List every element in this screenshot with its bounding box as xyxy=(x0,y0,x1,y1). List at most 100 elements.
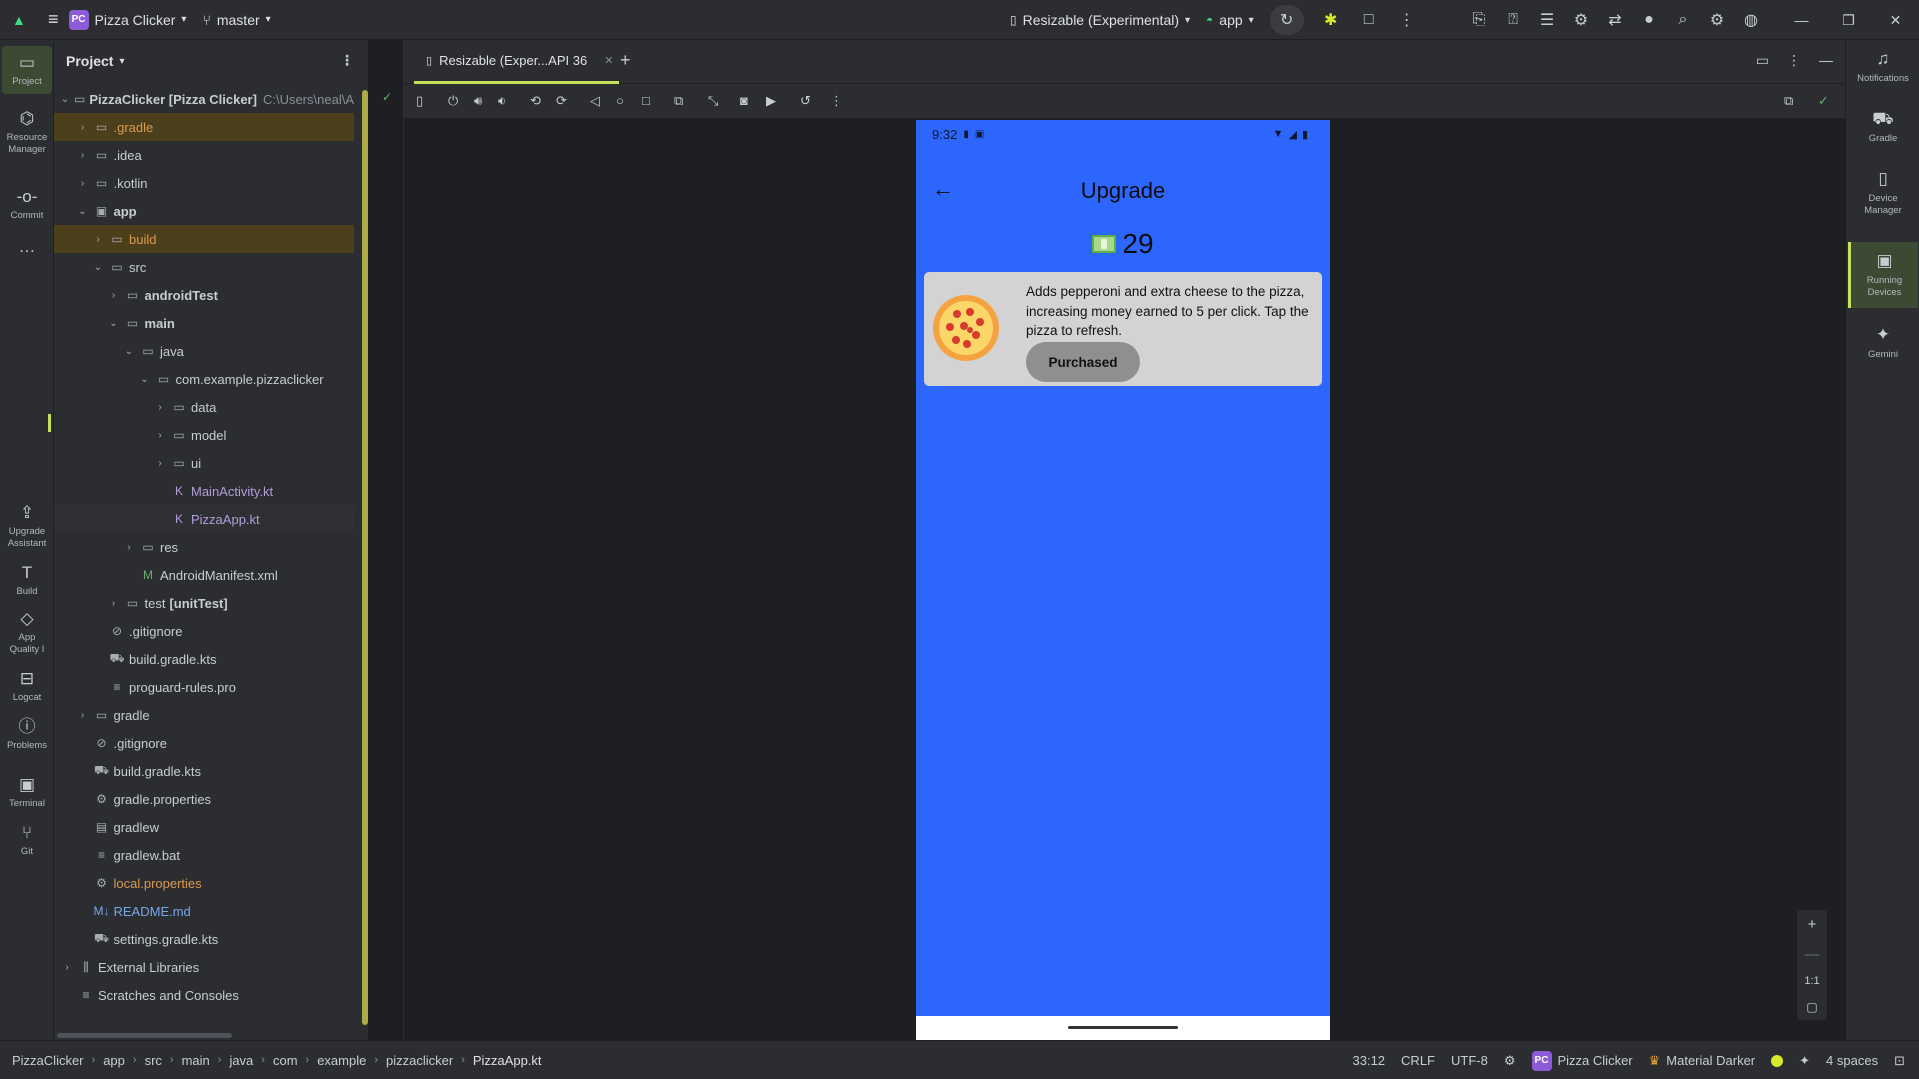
tree-item[interactable]: › ▭ gradle xyxy=(54,701,354,729)
close-tab-icon[interactable]: ✕ xyxy=(604,54,613,67)
project-indicator[interactable]: PC Pizza Clicker xyxy=(1531,1050,1633,1071)
chevron-right-icon[interactable]: › xyxy=(122,542,136,553)
chevron-down-icon[interactable]: ⌄ xyxy=(91,262,105,273)
breadcrumb-item[interactable]: example xyxy=(317,1053,366,1068)
device-frame-icon[interactable]: ▯ xyxy=(416,93,423,109)
project-horizontal-scrollbar[interactable] xyxy=(57,1033,232,1038)
commit-button[interactable]: -o- Commit xyxy=(2,186,52,222)
device-selector[interactable]: ▯ Resizable (Experimental) ▾ xyxy=(1010,12,1190,28)
add-tab-icon[interactable]: + xyxy=(620,50,631,71)
zoom-out-button[interactable]: — xyxy=(1805,946,1820,963)
tree-item[interactable]: ⌄ ▭ java xyxy=(54,337,354,365)
user-avatar-icon[interactable]: ◍ xyxy=(1734,5,1768,35)
chevron-down-icon[interactable]: ⌄ xyxy=(60,94,70,105)
tree-item[interactable]: › ▭ build xyxy=(54,225,354,253)
chevron-down-icon[interactable]: ⌄ xyxy=(122,346,136,357)
phone-screen[interactable]: 9:32 ▮ ▣ ▼ ◢ ▮ ← Upgrade 29 Adds peppero… xyxy=(916,120,1330,1040)
tree-item[interactable]: ⌄ ▭ src xyxy=(54,253,354,281)
tree-item[interactable]: ≡ Scratches and Consoles xyxy=(54,981,354,1009)
volume-down-icon[interactable]: 🔉︎ xyxy=(498,93,506,109)
problems-button[interactable]: ⓘ Problems xyxy=(2,716,52,752)
notifications-button[interactable]: ♫ Notifications xyxy=(1848,48,1918,85)
tree-item[interactable]: ⌄ ▭ com.example.pizzaclicker xyxy=(54,365,354,393)
tree-item[interactable]: › ▭ androidTest xyxy=(54,281,354,309)
tree-item[interactable]: ⌄ ▭ main xyxy=(54,309,354,337)
tree-item[interactable]: › ▭ ui xyxy=(54,449,354,477)
tree-item[interactable]: ≡ gradlew.bat xyxy=(54,841,354,869)
chevron-right-icon[interactable]: › xyxy=(76,178,90,189)
logcat-button[interactable]: ⊟ Logcat xyxy=(2,668,52,704)
tree-item[interactable]: ⌄ ▣ app xyxy=(54,197,354,225)
back-nav-icon[interactable]: ◁ xyxy=(590,93,600,109)
tree-item[interactable]: ⊘ .gitignore xyxy=(54,617,354,645)
tree-item[interactable]: › ▭ .gradle xyxy=(54,113,354,141)
chevron-down-icon[interactable]: ⌄ xyxy=(138,374,152,385)
stop-icon[interactable]: □ xyxy=(1358,5,1380,35)
chevron-right-icon[interactable]: › xyxy=(76,150,90,161)
branch-switcher[interactable]: ⑂ master ▾ xyxy=(202,12,270,28)
device-manager-button[interactable]: ▯ Device Manager xyxy=(1848,168,1918,218)
breadcrumb-item[interactable]: src xyxy=(145,1053,162,1068)
chevron-right-icon[interactable]: › xyxy=(153,430,167,441)
caret-position[interactable]: 33:12 xyxy=(1353,1053,1386,1068)
tree-item[interactable]: › ⫼ External Libraries xyxy=(54,953,354,981)
project-panel-header[interactable]: Project ▾ ⋮ xyxy=(54,40,368,82)
tree-item[interactable]: ⚙ local.properties xyxy=(54,869,354,897)
volume-up-icon[interactable]: 🔊︎ xyxy=(474,93,482,109)
close-icon[interactable]: ✕ xyxy=(1872,0,1919,40)
app-quality-button[interactable]: ◇ App Quality I xyxy=(2,608,52,656)
breadcrumb-item[interactable]: pizzaclicker xyxy=(386,1053,453,1068)
lock-icon[interactable]: ⊡ xyxy=(1894,1053,1905,1069)
breadcrumb-item[interactable]: app xyxy=(103,1053,125,1068)
hide-panel-icon[interactable]: — xyxy=(1819,52,1833,69)
mirror-icon[interactable]: ⧉ xyxy=(1784,93,1793,109)
profiler-icon[interactable]: ⚙ xyxy=(1564,5,1598,35)
panel-options-icon[interactable]: ⋮ xyxy=(340,52,354,69)
debug-icon[interactable]: ✱ xyxy=(1320,5,1342,35)
home-gesture-pill[interactable] xyxy=(1068,1026,1178,1029)
rotate-left-icon[interactable]: ⟲ xyxy=(530,93,541,109)
running-devices-button[interactable]: ▣ Running Devices xyxy=(1848,242,1918,308)
chevron-right-icon[interactable]: › xyxy=(107,598,121,609)
chevron-right-icon[interactable]: › xyxy=(107,290,121,301)
project-switcher[interactable]: PC Pizza Clicker ▾ xyxy=(68,9,186,30)
chevron-right-icon[interactable]: › xyxy=(76,122,90,133)
snapshot-icon[interactable]: ↺ xyxy=(800,93,811,109)
more-actions-icon[interactable]: ⋮ xyxy=(1396,5,1418,35)
overview-nav-icon[interactable]: □ xyxy=(642,93,650,108)
breadcrumb-item[interactable]: java xyxy=(229,1053,253,1068)
tree-item[interactable]: ▤ gradlew xyxy=(54,813,354,841)
tree-item[interactable]: › ▭ .idea xyxy=(54,141,354,169)
tree-item[interactable]: ⊘ .gitignore xyxy=(54,729,354,757)
tab-options-icon[interactable]: ⋮ xyxy=(1787,52,1801,69)
record-icon[interactable]: ▶ xyxy=(766,93,776,109)
chevron-down-icon[interactable]: ⌄ xyxy=(107,318,121,329)
resize-icon[interactable]: ⤡ xyxy=(708,93,718,109)
resource-manager-button[interactable]: ⌬ Resource Manager xyxy=(2,108,52,156)
run-config-selector[interactable]: ◓ app ▾ xyxy=(1206,12,1254,28)
tree-item[interactable]: › ▭ model xyxy=(54,421,354,449)
device-mirroring-icon[interactable]: ⎘ xyxy=(1462,5,1496,35)
tree-item[interactable]: ⚙ gradle.properties xyxy=(54,785,354,813)
tree-item[interactable]: K PizzaApp.kt xyxy=(54,505,354,533)
main-menu-icon[interactable]: ≡ xyxy=(48,9,59,30)
tree-item[interactable]: ⛟ settings.gradle.kts xyxy=(54,925,354,953)
tree-item[interactable]: ⛟ build.gradle.kts xyxy=(54,645,354,673)
minimize-icon[interactable]: — xyxy=(1778,0,1825,40)
home-nav-icon[interactable]: ○ xyxy=(616,93,624,108)
project-tool-button[interactable]: ▭ Project xyxy=(2,46,52,95)
tab-running-device[interactable]: ▯ Resizable (Exper...API 36 ✕ xyxy=(414,40,619,84)
split-view-icon[interactable]: ▭ xyxy=(1756,52,1769,69)
more-tools-button[interactable]: … xyxy=(2,236,52,257)
purchased-button[interactable]: Purchased xyxy=(1026,342,1140,382)
chevron-right-icon[interactable]: › xyxy=(60,962,74,973)
chevron-right-icon[interactable]: › xyxy=(76,710,90,721)
tree-item[interactable]: ⛟ build.gradle.kts xyxy=(54,757,354,785)
tree-item[interactable]: M↓ README.md xyxy=(54,897,354,925)
zoom-actual-size-button[interactable]: 1:1 xyxy=(1804,975,1819,987)
sync-icon[interactable]: ⇄ xyxy=(1598,5,1632,35)
layout-inspector-icon[interactable]: ☰ xyxy=(1530,5,1564,35)
power-save-icon[interactable]: ⚙ xyxy=(1504,1053,1516,1069)
breadcrumb-item[interactable]: main xyxy=(182,1053,210,1068)
tree-item[interactable]: K MainActivity.kt xyxy=(54,477,354,505)
